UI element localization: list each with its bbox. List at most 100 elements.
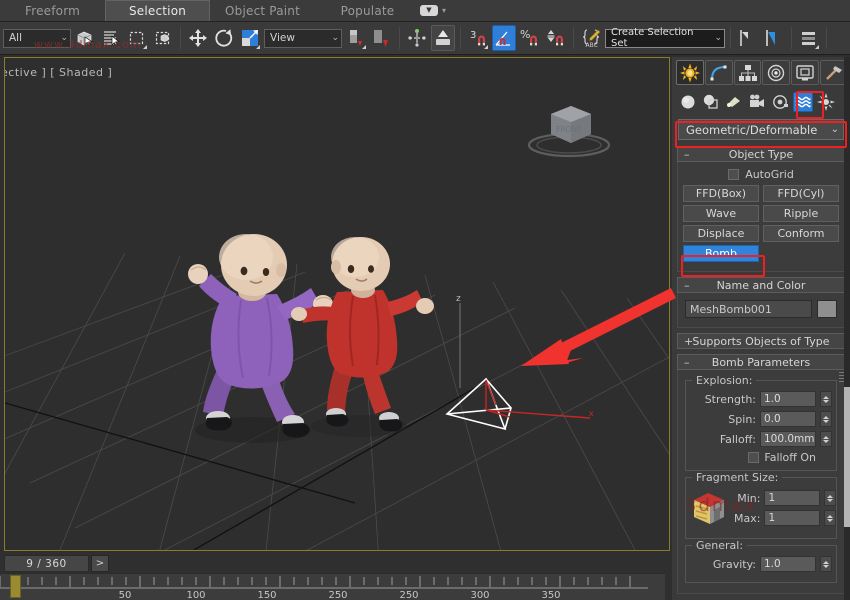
falloff-on-label: Falloff On xyxy=(764,451,816,464)
displace-button[interactable]: Displace xyxy=(683,225,759,242)
perspective-viewport[interactable]: z xyxy=(4,57,670,551)
spin-spinner[interactable] xyxy=(820,411,832,427)
angle-snap-toggle-icon[interactable] xyxy=(492,25,516,51)
command-panel-resize-grip[interactable] xyxy=(839,372,844,386)
ribbon-tab-freeform[interactable]: Freeform xyxy=(0,0,105,21)
spin-input[interactable]: 0.0 xyxy=(760,411,816,427)
next-frame-button[interactable]: > xyxy=(91,555,109,572)
named-selection-set-input[interactable]: Create Selection Set ⌄ xyxy=(605,29,725,48)
gravity-value: 1.0 xyxy=(764,558,781,570)
ffd-cyl-button[interactable]: FFD(Cyl) xyxy=(763,185,839,202)
autogrid-checkbox[interactable] xyxy=(728,169,739,180)
shapes-icon[interactable] xyxy=(701,92,721,112)
timeline-track[interactable]: 50 100 150 250 250 300 350 xyxy=(0,573,665,600)
select-and-move-icon[interactable] xyxy=(186,25,210,51)
falloff-on-row[interactable]: Falloff On xyxy=(690,451,832,464)
object-color-swatch[interactable] xyxy=(817,300,837,318)
rectangular-selection-region-icon[interactable] xyxy=(125,25,149,51)
mirror-icon[interactable] xyxy=(736,25,760,51)
window-crossing-icon[interactable] xyxy=(151,25,175,51)
strength-spinner[interactable] xyxy=(820,391,832,407)
ribbon-tab-label: Object Paint xyxy=(225,4,300,18)
layer-explorer-icon[interactable] xyxy=(797,25,821,51)
modify-tab[interactable] xyxy=(705,60,733,85)
wave-button[interactable]: Wave xyxy=(683,205,759,222)
select-and-scale-icon[interactable] xyxy=(238,25,262,51)
ribbon-minimize-icon[interactable]: ▾ xyxy=(442,6,446,15)
use-center-flyout-icon[interactable] xyxy=(344,25,368,51)
reference-coordinate-system-dropdown[interactable]: View ⌄ xyxy=(264,29,342,48)
autogrid-row[interactable]: AutoGrid xyxy=(683,166,839,185)
ribbon-tab-selection[interactable]: Selection xyxy=(105,0,210,21)
object-type-row-4: Bomb xyxy=(683,245,839,262)
motion-tab[interactable] xyxy=(762,60,790,85)
align-icon[interactable] xyxy=(762,25,786,51)
viewcube[interactable]: FRONT xyxy=(521,98,617,160)
name-and-color-header[interactable]: – Name and Color xyxy=(677,277,845,293)
command-panel-scrollbar[interactable] xyxy=(844,57,850,600)
supports-objects-rollout: + Supports Objects of Type xyxy=(677,333,845,349)
falloff-on-checkbox[interactable] xyxy=(748,452,759,463)
min-value: 1 xyxy=(768,492,775,504)
create-tab[interactable] xyxy=(676,60,704,85)
bind-to-space-warp-icon[interactable] xyxy=(431,25,455,51)
supports-objects-header[interactable]: + Supports Objects of Type xyxy=(677,333,845,349)
fragment-size-group: Fragment Size: xyxy=(685,477,837,539)
select-and-rotate-icon[interactable] xyxy=(212,25,236,51)
gravity-input[interactable]: 1.0 xyxy=(760,556,816,572)
viewport-label[interactable]: ective ] [ Shaded ] xyxy=(4,66,112,79)
viewcube-face-label: FRONT xyxy=(556,125,582,134)
display-tab[interactable] xyxy=(791,60,819,85)
subcategory-dropdown[interactable]: Geometric/Deformable ⌄ xyxy=(678,119,844,140)
select-and-link-icon[interactable] xyxy=(405,25,429,51)
next-frame-label: > xyxy=(96,558,104,569)
general-group-title: General: xyxy=(692,539,747,552)
button-label: Conform xyxy=(777,227,824,240)
object-name-row: MeshBomb001 xyxy=(683,297,839,321)
ribbon-overflow-icon[interactable]: ▼ xyxy=(420,5,438,16)
hierarchy-tab[interactable] xyxy=(734,60,762,85)
flyout-corner-icon xyxy=(484,45,488,49)
max-input[interactable]: 1 xyxy=(764,510,820,526)
strength-input[interactable]: 1.0 xyxy=(760,391,816,407)
edit-named-selection-sets-icon[interactable]: ABC xyxy=(579,25,603,51)
lights-icon[interactable] xyxy=(724,92,744,112)
ffd-box-button[interactable]: FFD(Box) xyxy=(683,185,759,202)
ribbon-tab-object-paint[interactable]: Object Paint xyxy=(210,0,315,21)
current-frame-field[interactable]: 9 / 360 xyxy=(4,555,89,572)
max-spinner[interactable] xyxy=(824,510,836,526)
helpers-icon[interactable] xyxy=(770,92,790,112)
cameras-icon[interactable] xyxy=(747,92,767,112)
object-name-input[interactable]: MeshBomb001 xyxy=(685,300,812,318)
object-type-header[interactable]: – Object Type xyxy=(677,146,845,162)
command-panel-scroll-thumb[interactable] xyxy=(844,387,850,527)
geometry-icon[interactable] xyxy=(678,92,698,112)
spinner-snap-toggle-icon[interactable] xyxy=(544,25,568,51)
ripple-button[interactable]: Ripple xyxy=(763,205,839,222)
explosion-group: Explosion: Strength: 1.0 Spin: 0.0 xyxy=(685,380,837,471)
selection-filter-dropdown[interactable]: All ⌄ xyxy=(3,29,71,48)
min-spinner[interactable] xyxy=(824,490,836,506)
min-input[interactable]: 1 xyxy=(764,490,820,506)
ribbon-tab-populate[interactable]: Populate xyxy=(315,0,420,21)
bomb-parameters-header[interactable]: – Bomb Parameters xyxy=(677,354,845,370)
svg-text:z: z xyxy=(456,294,461,304)
name-and-color-body: MeshBomb001 xyxy=(677,293,845,328)
falloff-input[interactable]: 100.0mm xyxy=(760,431,816,447)
collapse-toggle-icon: – xyxy=(684,356,690,369)
select-and-manipulate-icon[interactable] xyxy=(370,25,394,51)
falloff-value: 100.0mm xyxy=(764,433,815,445)
systems-icon[interactable] xyxy=(816,92,836,112)
select-object-icon[interactable] xyxy=(73,25,97,51)
bomb-parameters-title: Bomb Parameters xyxy=(712,356,810,369)
conform-button[interactable]: Conform xyxy=(763,225,839,242)
space-warps-icon[interactable] xyxy=(793,92,813,112)
falloff-spinner[interactable] xyxy=(820,431,832,447)
button-label: Wave xyxy=(706,207,736,220)
percent-snap-toggle-icon[interactable]: % xyxy=(518,25,542,51)
snaps-toggle-icon[interactable]: 3 xyxy=(466,25,490,51)
gravity-spinner[interactable] xyxy=(820,556,832,572)
command-panel-tabs xyxy=(672,57,850,87)
select-by-name-icon[interactable] xyxy=(99,25,123,51)
bomb-button[interactable]: Bomb xyxy=(683,245,759,262)
